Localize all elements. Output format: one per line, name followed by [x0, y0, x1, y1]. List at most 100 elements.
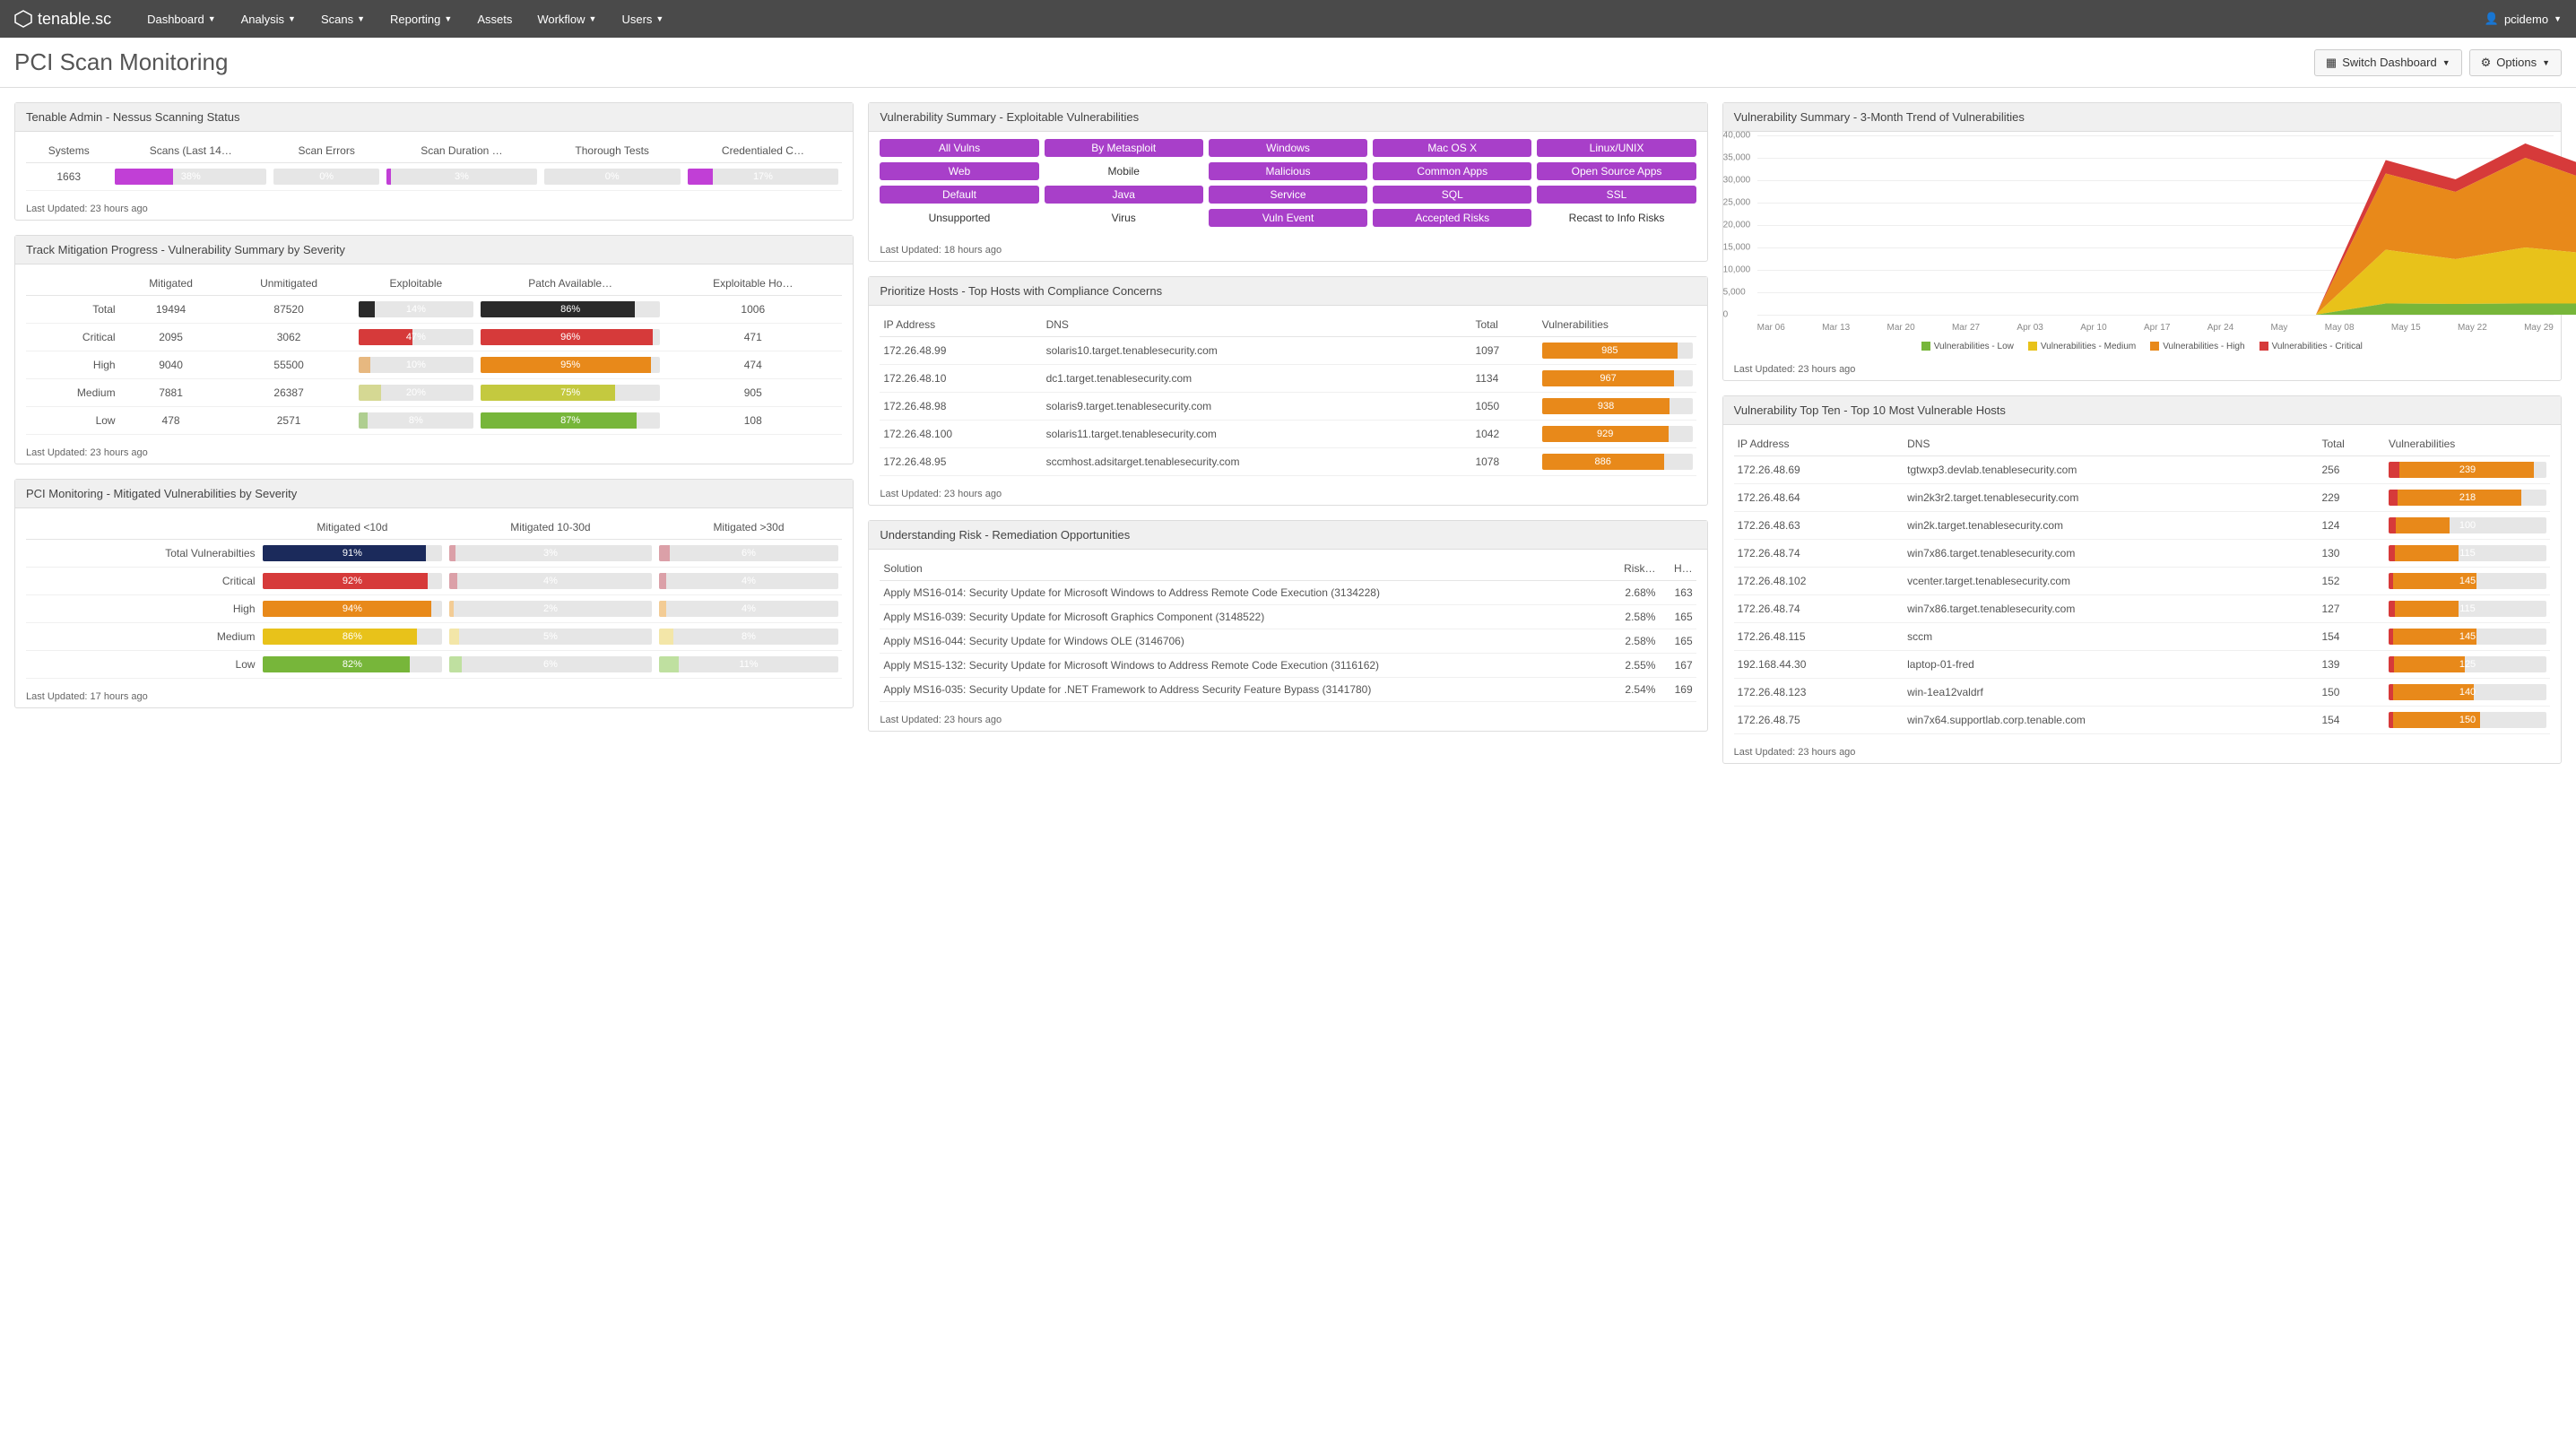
progress-bar[interactable]: 95% [481, 357, 660, 373]
ip-cell[interactable]: 172.26.48.99 [880, 337, 1042, 365]
filter-pill[interactable]: Service [1209, 186, 1367, 204]
nav-scans[interactable]: Scans▼ [321, 13, 365, 26]
vuln-bar[interactable]: 115 [2389, 601, 2546, 617]
ip-cell[interactable]: 172.26.48.115 [1734, 623, 1904, 651]
switch-dashboard-button[interactable]: ▦ Switch Dashboard ▼ [2314, 49, 2462, 76]
ip-cell[interactable]: 192.168.44.30 [1734, 651, 1904, 679]
progress-bar[interactable]: 86% [263, 629, 443, 645]
progress-bar[interactable]: 0% [273, 169, 379, 185]
progress-bar[interactable]: 75% [481, 385, 660, 401]
nav-label: Dashboard [147, 13, 204, 26]
progress-bar[interactable]: 2% [449, 601, 651, 617]
vuln-bar[interactable]: 150 [2389, 712, 2546, 728]
filter-pill[interactable]: Vuln Event [1209, 209, 1367, 227]
filter-pill[interactable]: Default [880, 186, 1038, 204]
ip-cell[interactable]: 172.26.48.102 [1734, 568, 1904, 595]
nav-reporting[interactable]: Reporting▼ [390, 13, 452, 26]
progress-bar[interactable]: 20% [359, 385, 473, 401]
ip-cell[interactable]: 172.26.48.75 [1734, 707, 1904, 734]
progress-bar[interactable]: 4% [659, 573, 839, 589]
vuln-bar[interactable]: 145 [2389, 573, 2546, 589]
progress-bar[interactable]: 0% [544, 169, 681, 185]
nav-dashboard[interactable]: Dashboard▼ [147, 13, 216, 26]
vuln-bar[interactable]: 967 [1542, 370, 1693, 386]
ip-cell[interactable]: 172.26.48.10 [880, 365, 1042, 393]
vuln-bar[interactable]: 218 [2389, 490, 2546, 506]
progress-bar[interactable]: 6% [449, 656, 651, 672]
vuln-bar[interactable]: 929 [1542, 426, 1693, 442]
solution-cell[interactable]: Apply MS15-132: Security Update for Micr… [880, 654, 1603, 678]
progress-bar[interactable]: 11% [659, 656, 839, 672]
ip-cell[interactable]: 172.26.48.74 [1734, 540, 1904, 568]
filter-pill[interactable]: Open Source Apps [1537, 162, 1696, 180]
filter-pill[interactable]: Unsupported [880, 209, 1038, 227]
progress-bar[interactable]: 3% [449, 545, 651, 561]
filter-pill[interactable]: Java [1045, 186, 1203, 204]
filter-pill[interactable]: Mobile [1045, 162, 1203, 180]
filter-pill[interactable]: SQL [1373, 186, 1531, 204]
ip-cell[interactable]: 172.26.48.123 [1734, 679, 1904, 707]
vuln-bar[interactable]: 140 [2389, 684, 2546, 700]
ip-cell[interactable]: 172.26.48.64 [1734, 484, 1904, 512]
nav-users[interactable]: Users▼ [621, 13, 664, 26]
vuln-bar[interactable]: 125 [2389, 656, 2546, 672]
progress-bar[interactable]: 82% [263, 656, 443, 672]
filter-pill[interactable]: Web [880, 162, 1038, 180]
progress-bar[interactable]: 8% [659, 629, 839, 645]
vuln-bar[interactable]: 985 [1542, 343, 1693, 359]
solution-cell[interactable]: Apply MS16-039: Security Update for Micr… [880, 605, 1603, 629]
progress-bar[interactable]: 10% [359, 357, 473, 373]
filter-pill[interactable]: Linux/UNIX [1537, 139, 1696, 157]
progress-bar[interactable]: 47% [359, 329, 473, 345]
ip-cell[interactable]: 172.26.48.98 [880, 393, 1042, 421]
ip-cell[interactable]: 172.26.48.63 [1734, 512, 1904, 540]
vuln-bar[interactable]: 115 [2389, 545, 2546, 561]
vuln-bar[interactable]: 145 [2389, 629, 2546, 645]
solution-cell[interactable]: Apply MS16-014: Security Update for Micr… [880, 581, 1603, 605]
filter-pill[interactable]: Common Apps [1373, 162, 1531, 180]
vuln-bar[interactable]: 886 [1542, 454, 1693, 470]
progress-bar[interactable]: 94% [263, 601, 443, 617]
filter-pill[interactable]: All Vulns [880, 139, 1038, 157]
options-button[interactable]: ⚙ Options ▼ [2469, 49, 2562, 76]
progress-bar[interactable]: 96% [481, 329, 660, 345]
progress-bar[interactable]: 4% [449, 573, 651, 589]
progress-bar[interactable]: 17% [688, 169, 839, 185]
progress-bar[interactable]: 14% [359, 301, 473, 317]
top-nav: tenable.sc Dashboard▼ Analysis▼ Scans▼ Repo… [0, 0, 2576, 38]
progress-bar[interactable]: 38% [115, 169, 266, 185]
solution-cell[interactable]: Apply MS16-035: Security Update for .NET… [880, 678, 1603, 702]
progress-bar[interactable]: 91% [263, 545, 443, 561]
solution-cell[interactable]: Apply MS16-044: Security Update for Wind… [880, 629, 1603, 654]
trend-chart[interactable]: 05,00010,00015,00020,00025,00030,00035,0… [1723, 132, 2561, 338]
row-label: Total [26, 296, 119, 324]
vuln-bar[interactable]: 938 [1542, 398, 1693, 414]
progress-bar[interactable]: 92% [263, 573, 443, 589]
progress-bar[interactable]: 86% [481, 301, 660, 317]
progress-bar[interactable]: 3% [386, 169, 537, 185]
user-menu[interactable]: 👤 pcidemo ▼ [2485, 12, 2562, 26]
filter-pill[interactable]: Mac OS X [1373, 139, 1531, 157]
vuln-bar[interactable]: 100 [2389, 517, 2546, 533]
filter-pill[interactable]: Recast to Info Risks [1537, 209, 1696, 227]
filter-pill[interactable]: Windows [1209, 139, 1367, 157]
filter-pill[interactable]: SSL [1537, 186, 1696, 204]
nav-workflow[interactable]: Workflow▼ [537, 13, 596, 26]
progress-bar[interactable]: 8% [359, 412, 473, 429]
ip-cell[interactable]: 172.26.48.95 [880, 448, 1042, 476]
ip-cell[interactable]: 172.26.48.74 [1734, 595, 1904, 623]
filter-pill[interactable]: By Metasploit [1045, 139, 1203, 157]
filter-pill[interactable]: Virus [1045, 209, 1203, 227]
progress-bar[interactable]: 4% [659, 601, 839, 617]
ip-cell[interactable]: 172.26.48.69 [1734, 456, 1904, 484]
progress-bar[interactable]: 6% [659, 545, 839, 561]
filter-pill[interactable]: Malicious [1209, 162, 1367, 180]
filter-pill[interactable]: Accepted Risks [1373, 209, 1531, 227]
progress-bar[interactable]: 5% [449, 629, 651, 645]
progress-bar[interactable]: 87% [481, 412, 660, 429]
brand[interactable]: tenable.sc [14, 10, 111, 29]
vuln-bar[interactable]: 239 [2389, 462, 2546, 478]
nav-assets[interactable]: Assets [477, 13, 512, 26]
ip-cell[interactable]: 172.26.48.100 [880, 421, 1042, 448]
nav-analysis[interactable]: Analysis▼ [241, 13, 296, 26]
